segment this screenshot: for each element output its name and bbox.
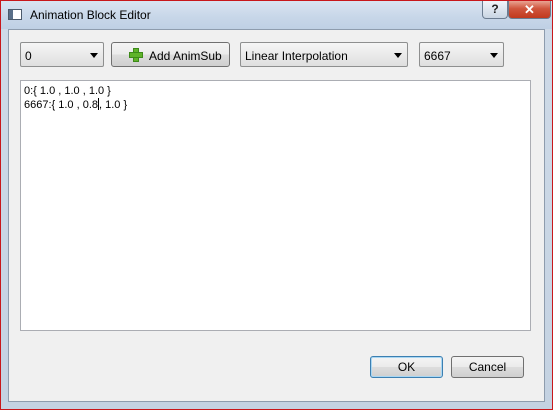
animation-text-editor[interactable]: 0:{ 1.0 , 1.0 , 1.0 } 6667:{ 1.0 , 0.8, … [20, 80, 531, 331]
key-combo-value: 6667 [424, 49, 451, 63]
cancel-button[interactable]: Cancel [451, 356, 524, 378]
add-animsub-label: Add AnimSub [149, 49, 222, 63]
close-button[interactable]: ✕ [508, 1, 551, 19]
title-bar[interactable]: Animation Block Editor ? ✕ [1, 1, 552, 29]
editor-line-text-after-caret: , 1.0 } [99, 99, 128, 111]
dialog-window: Animation Block Editor ? ✕ 0 Add AnimSub… [0, 0, 553, 410]
timestamp-combo-value: 0 [25, 49, 32, 63]
green-plus-icon [129, 48, 143, 62]
chevron-down-icon [90, 53, 98, 58]
chevron-down-icon [394, 53, 402, 58]
window-app-icon [8, 9, 22, 20]
editor-line: 6667:{ 1.0 , 0.8, 1.0 } [24, 98, 527, 112]
add-animsub-button[interactable]: Add AnimSub [111, 42, 230, 67]
interpolation-combo-value: Linear Interpolation [245, 49, 348, 63]
dialog-client-area: 0 Add AnimSub Linear Interpolation 6667 … [8, 29, 545, 402]
window-title: Animation Block Editor [30, 8, 151, 22]
ok-button[interactable]: OK [370, 356, 443, 378]
chevron-down-icon [490, 53, 498, 58]
editor-line-text-before-caret: 6667:{ 1.0 , 0.8 [24, 99, 99, 111]
help-button[interactable]: ? [482, 1, 508, 19]
interpolation-combo[interactable]: Linear Interpolation [240, 42, 408, 67]
editor-line: 0:{ 1.0 , 1.0 , 1.0 } [24, 85, 111, 97]
timestamp-combo[interactable]: 0 [20, 42, 104, 67]
key-combo[interactable]: 6667 [419, 42, 504, 67]
